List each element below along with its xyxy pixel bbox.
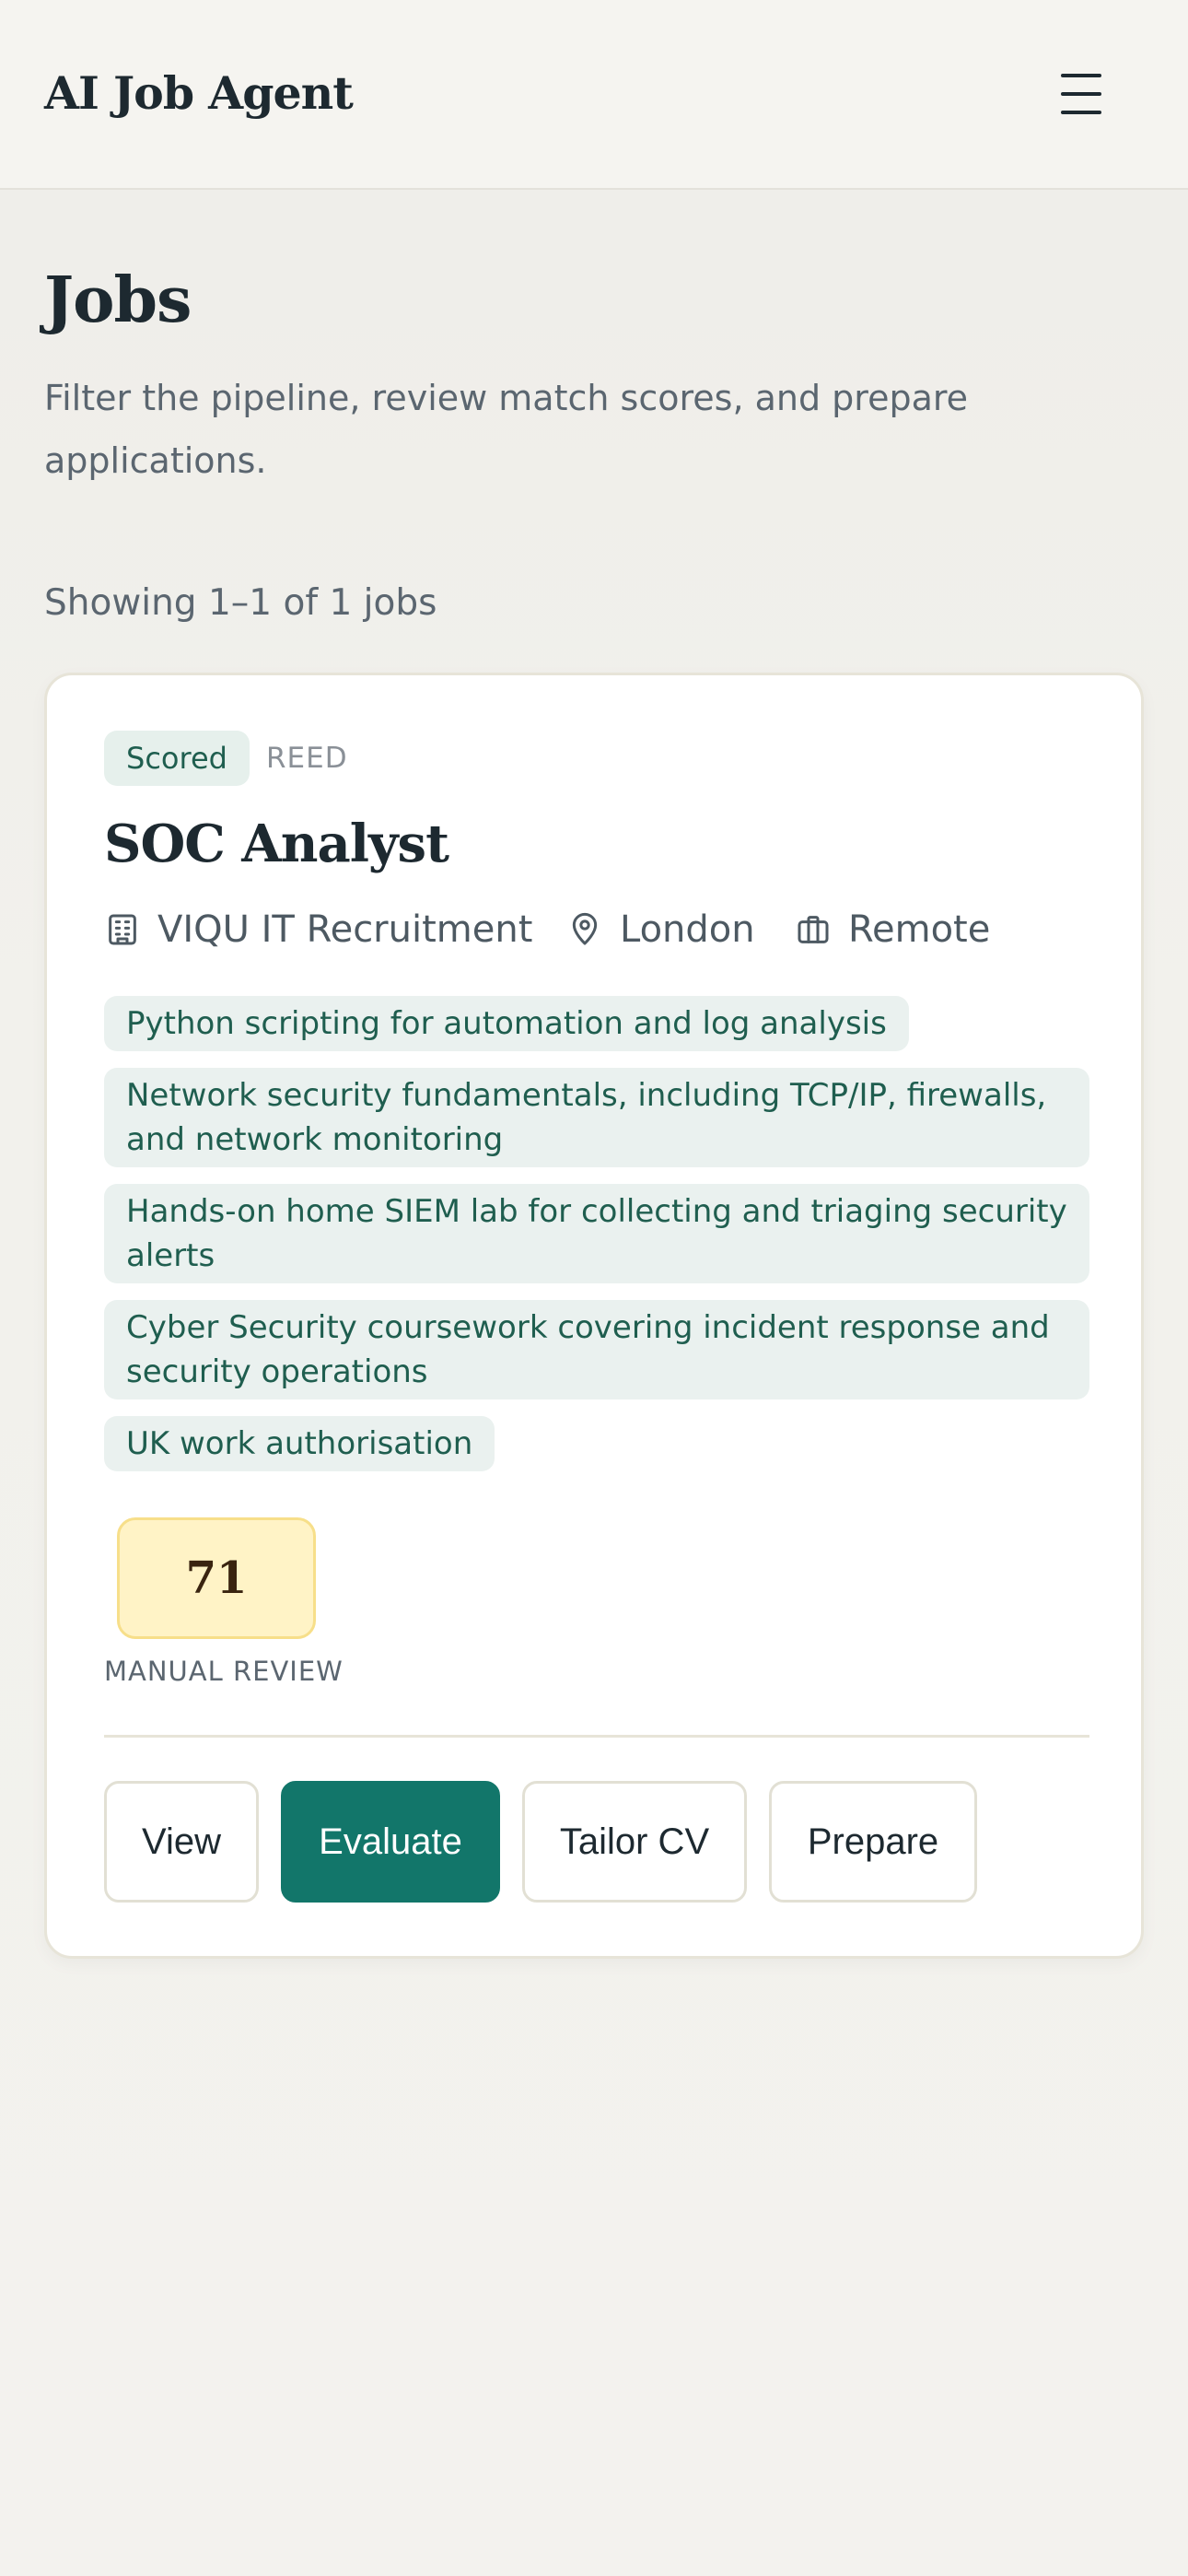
- job-card: Scored REED SOC Analyst VIQU IT Recruitm…: [44, 673, 1144, 1959]
- location-meta: London: [566, 906, 755, 954]
- map-pin-icon: [572, 912, 598, 945]
- skill-tags: Python scripting for automation and log …: [104, 996, 1089, 1488]
- briefcase-icon: [798, 916, 829, 943]
- page-subtitle: Filter the pipeline, review match scores…: [44, 378, 969, 481]
- job-title[interactable]: SOC Analyst: [104, 814, 449, 874]
- company-meta: VIQU IT Recruitment: [104, 906, 532, 954]
- page-title: Jobs: [44, 263, 192, 337]
- status-badge: Scored: [104, 731, 250, 786]
- skill-tag: Hands-on home SIEM lab for collecting an…: [104, 1184, 1089, 1283]
- match-score: 71: [117, 1517, 316, 1639]
- skill-tag: Network security fundamentals, including…: [104, 1068, 1089, 1167]
- evaluate-button[interactable]: Evaluate: [281, 1781, 500, 1903]
- view-button[interactable]: View: [104, 1781, 259, 1903]
- building-icon: [109, 914, 136, 945]
- app-title[interactable]: AI Job Agent: [44, 66, 354, 120]
- tailor-cv-button[interactable]: Tailor CV: [522, 1781, 747, 1903]
- work-mode-meta: Remote: [795, 906, 990, 954]
- job-location: London: [620, 908, 755, 951]
- app-header: AI Job Agent: [0, 0, 1188, 190]
- source-label: REED: [266, 742, 348, 775]
- skill-tag: Python scripting for automation and log …: [104, 996, 909, 1051]
- divider: [104, 1735, 1089, 1738]
- score-label: MANUAL REVIEW: [104, 1656, 344, 1687]
- skill-tag: UK work authorisation: [104, 1416, 495, 1471]
- work-mode: Remote: [848, 908, 991, 951]
- hamburger-menu-icon[interactable]: [1057, 72, 1109, 116]
- skill-tag: Cyber Security coursework covering incid…: [104, 1300, 1089, 1399]
- prepare-button[interactable]: Prepare: [769, 1781, 977, 1903]
- results-summary: Showing 1–1 of 1 jobs: [44, 582, 437, 624]
- company-name: VIQU IT Recruitment: [157, 908, 533, 951]
